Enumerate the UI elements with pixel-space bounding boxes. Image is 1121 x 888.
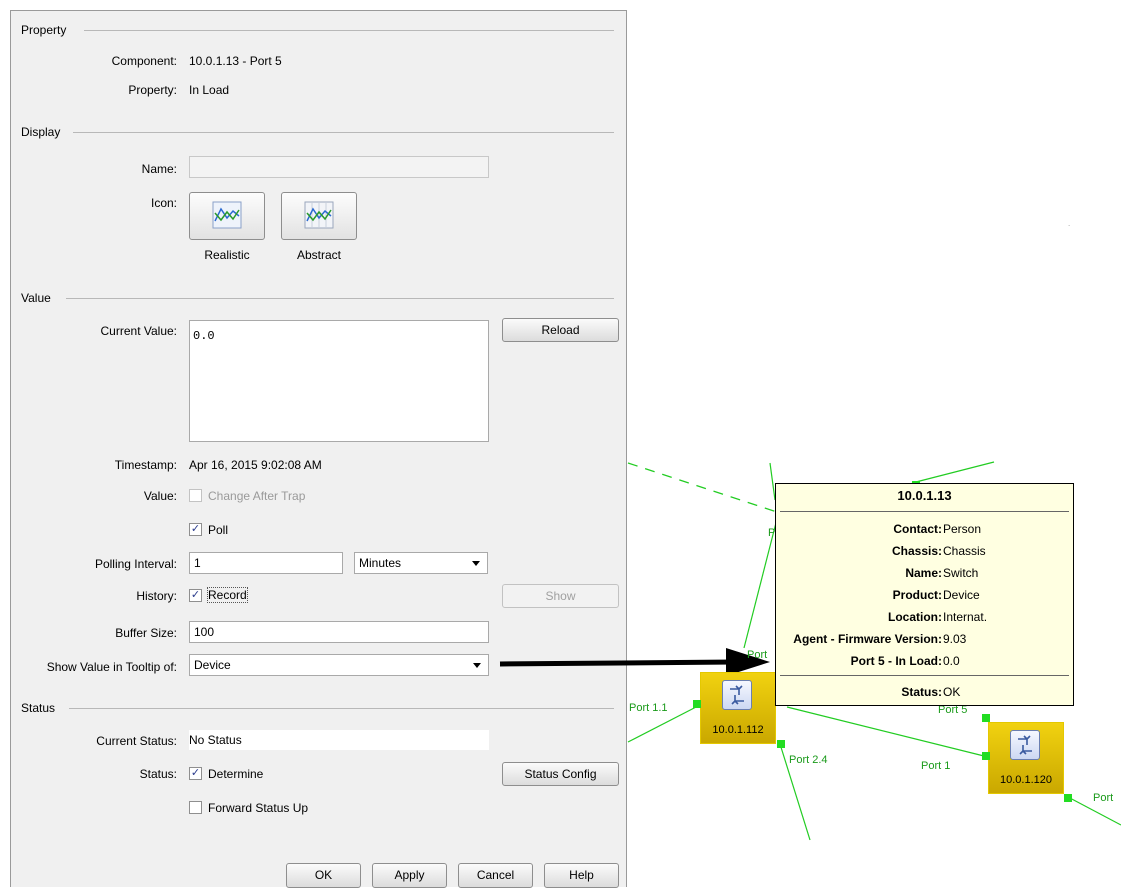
tooltip-value: Person	[943, 522, 982, 536]
node-label: 10.0.1.120	[1000, 774, 1052, 786]
port-label: Port 1	[921, 760, 951, 772]
port-label: Port 2.4	[789, 754, 828, 766]
network-node-10-0-1-112[interactable]: 10.0.1.112	[700, 672, 776, 744]
tooltip-value: OK	[943, 685, 961, 699]
tooltip-value: Switch	[943, 566, 979, 580]
port-label: Port	[747, 649, 768, 661]
tooltip-key: Location:	[888, 610, 942, 624]
tooltip-value: Internat.	[943, 610, 988, 624]
tooltip-key: Port 5 - In Load:	[850, 654, 942, 668]
port-label: Port 1.1	[629, 702, 668, 714]
network-link	[911, 461, 995, 484]
device-tooltip: 10.0.1.13 Contact: Person Chassis: Chass…	[775, 483, 1074, 706]
svg-text:.: .	[1068, 219, 1070, 228]
switch-icon	[722, 680, 752, 710]
port-marker[interactable]	[982, 752, 990, 760]
tooltip-value: Chassis	[943, 544, 986, 558]
divider	[780, 675, 1069, 676]
arrow-line	[499, 659, 736, 667]
tooltip-value: 9.03	[943, 632, 967, 646]
switch-icon	[1010, 730, 1040, 760]
tooltip-key: Contact:	[893, 522, 942, 536]
tooltip-key: Chassis:	[891, 544, 942, 558]
network-map: .	[499, 219, 1121, 841]
node-label: 10.0.1.112	[712, 724, 764, 736]
port-marker[interactable]	[777, 740, 785, 748]
divider	[780, 511, 1069, 512]
tooltip-key: Product:	[892, 588, 942, 602]
tooltip-key: Name:	[905, 566, 942, 580]
port-label: Port	[1093, 792, 1114, 804]
tooltip-key: Status:	[901, 685, 942, 699]
tooltip-value: 0.0	[943, 654, 960, 668]
network-link	[627, 462, 781, 514]
tooltip-key: Agent - Firmware Version:	[793, 632, 942, 646]
tooltip-value: Device	[943, 588, 980, 602]
network-node-10-0-1-120[interactable]: 10.0.1.120	[988, 722, 1064, 794]
tooltip-title: 10.0.1.13	[897, 488, 952, 503]
port-marker[interactable]	[982, 714, 990, 722]
port-marker[interactable]	[1064, 794, 1072, 802]
port-marker[interactable]	[693, 700, 701, 708]
